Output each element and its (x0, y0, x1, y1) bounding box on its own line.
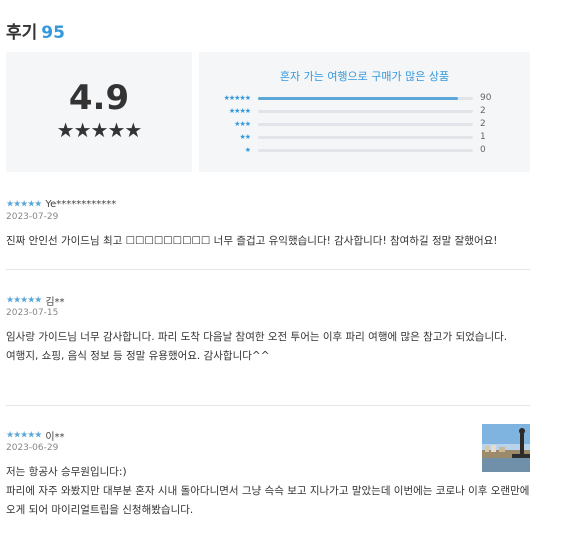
distribution-stars-icon: ★★★★ (228, 107, 251, 115)
distribution-stars-icon: ★★ (239, 133, 251, 141)
distribution-row-2: ★★ 1 (199, 131, 530, 143)
review-text: 진짜 안인선 가이드님 최고 ☐☐☐☐☐☐☐☐☐ 너무 즐겁고 유익했습니다! … (6, 235, 498, 247)
average-rating-panel: 4.9 ★★★★★ (6, 52, 192, 172)
review-rating: ★★★★★ 김** (6, 290, 65, 309)
review-divider (6, 405, 530, 406)
review-stars-icon: ★★★★★ (6, 430, 42, 441)
distribution-row-3: ★★★ 2 (199, 118, 530, 130)
review-date: 2023-07-15 (6, 308, 59, 318)
distribution-bar (258, 123, 473, 126)
review-item: ★★★★★ 이** 2023-06-29 저는 항공사 승무원입니다:) 파리에 … (6, 425, 530, 525)
reviews-title: 후기 (6, 23, 38, 43)
distribution-bar (258, 97, 473, 100)
review-stars-icon: ★★★★★ (6, 295, 42, 306)
review-user: 김** (45, 297, 65, 308)
distribution-bar-fill (258, 97, 458, 100)
review-user: 이** (45, 432, 65, 443)
average-score: 4.9 (68, 78, 130, 118)
distribution-stars-icon: ★★★ (234, 120, 251, 128)
review-date: 2023-07-29 (6, 212, 59, 222)
review-photo-image (482, 424, 530, 472)
rating-distribution-panel: 혼자 가는 여행으로 구매가 많은 상품 ★★★★★ 90 ★★★★ 2 ★★★… (199, 52, 530, 172)
average-stars-icon: ★★★★★ (56, 118, 143, 142)
distribution-bar (258, 110, 473, 113)
review-text: 임사랑 가이드님 너무 감사합니다. 파리 도착 다음날 참여한 오전 투어는 … (6, 331, 508, 362)
reviews-header: 후기 95 (6, 18, 65, 43)
distribution-count: 90 (480, 93, 492, 103)
review-rating: ★★★★★ Ye************ (6, 194, 117, 210)
distribution-bar (258, 149, 473, 152)
distribution-row-5: ★★★★★ 90 (199, 92, 530, 104)
distribution-bar (258, 136, 473, 139)
distribution-count: 2 (480, 106, 486, 116)
review-item: ★★★★★ 김** 2023-07-15 임사랑 가이드님 너무 감사합니다. 파… (6, 290, 530, 390)
review-stars-icon: ★★★★★ (6, 199, 42, 210)
distribution-row-1: ★ 0 (199, 144, 530, 156)
distribution-count: 1 (480, 132, 486, 142)
distribution-stars-icon: ★★★★★ (223, 94, 251, 102)
distribution-stars-icon: ★ (244, 146, 251, 154)
distribution-title: 혼자 가는 여행으로 구매가 많은 상품 (279, 70, 450, 83)
review-rating: ★★★★★ 이** (6, 425, 65, 444)
review-divider (6, 269, 530, 270)
review-photo-thumbnail[interactable] (482, 424, 530, 472)
review-text: 저는 항공사 승무원입니다:) 파리에 자주 와봤지만 대부분 혼자 시내 돌아… (6, 466, 530, 516)
distribution-count: 2 (480, 119, 486, 129)
distribution-row-4: ★★★★ 2 (199, 105, 530, 117)
review-user: Ye************ (45, 199, 117, 210)
review-item: ★★★★★ Ye************ 2023-07-29 진짜 안인선 가이… (6, 194, 530, 258)
review-date: 2023-06-29 (6, 443, 59, 453)
distribution-count: 0 (480, 145, 486, 155)
reviews-count: 95 (41, 23, 65, 43)
